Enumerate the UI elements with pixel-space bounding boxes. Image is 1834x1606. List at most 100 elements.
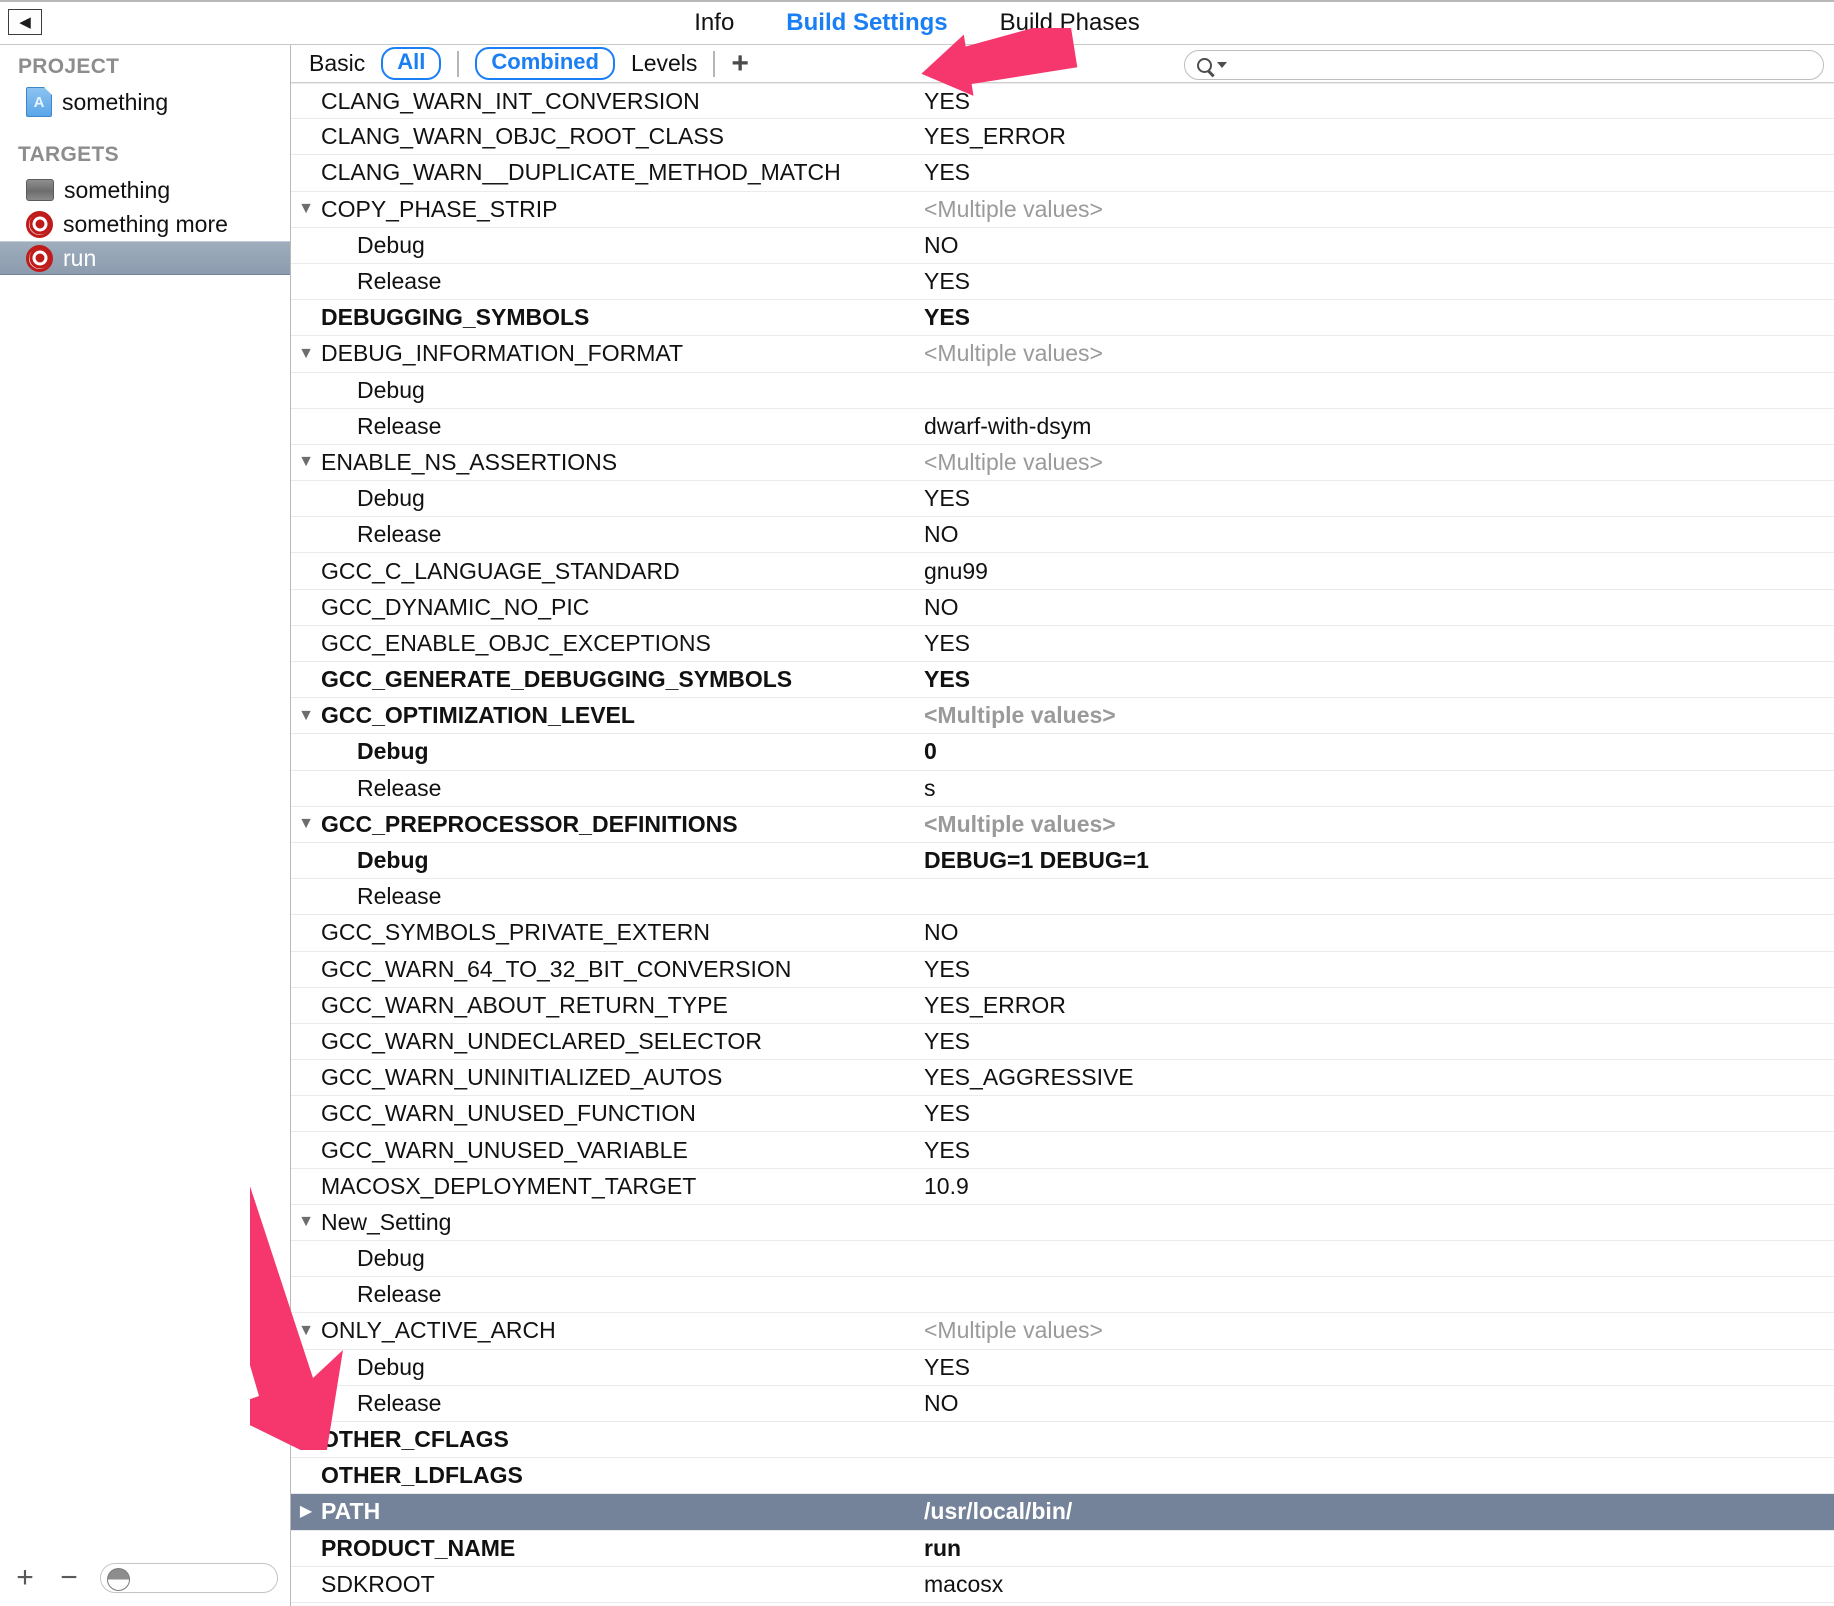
- setting-value[interactable]: YES: [924, 88, 970, 115]
- table-row[interactable]: Debug DEBUG=1 DEBUG=1: [291, 843, 1834, 880]
- setting-value[interactable]: YES_ERROR: [924, 992, 1066, 1019]
- table-row[interactable]: CLANG_WARN_INT_CONVERSION YES: [291, 83, 1834, 120]
- setting-value[interactable]: YES: [924, 956, 970, 983]
- scope-combined-button[interactable]: Combined: [475, 47, 615, 80]
- table-row[interactable]: ▼ GCC_PREPROCESSOR_DEFINITIONS <Multiple v…: [291, 807, 1834, 843]
- setting-value[interactable]: s: [924, 775, 936, 802]
- table-row[interactable]: ▼ ENABLE_NS_ASSERTIONS <Multiple values>: [291, 445, 1834, 482]
- setting-value[interactable]: 10.9: [924, 1173, 969, 1200]
- table-row[interactable]: Release NO: [291, 1386, 1834, 1422]
- setting-value[interactable]: YES: [924, 304, 970, 331]
- table-row[interactable]: GCC_WARN_64_TO_32_BIT_CONVERSION YES: [291, 952, 1834, 988]
- table-row[interactable]: Debug: [291, 1241, 1834, 1278]
- setting-value[interactable]: YES: [924, 159, 970, 186]
- setting-value[interactable]: <Multiple values>: [924, 702, 1116, 729]
- table-row[interactable]: GCC_SYMBOLS_PRIVATE_EXTERN NO: [291, 915, 1834, 952]
- table-row[interactable]: Debug 0: [291, 734, 1834, 771]
- table-row[interactable]: OTHER_CFLAGS: [291, 1422, 1834, 1459]
- add-target-button[interactable]: +: [12, 1563, 38, 1593]
- setting-value[interactable]: YES: [924, 666, 970, 693]
- setting-value[interactable]: run: [924, 1535, 961, 1562]
- table-row[interactable]: Debug YES: [291, 1350, 1834, 1386]
- table-row[interactable]: ▼ DEBUG_INFORMATION_FORMAT <Multiple value…: [291, 336, 1834, 373]
- sidebar-filter-input[interactable]: [100, 1563, 278, 1593]
- scope-all-button[interactable]: All: [381, 47, 442, 80]
- setting-value[interactable]: YES: [924, 485, 970, 512]
- disclosure-triangle-open-icon[interactable]: ▼: [291, 816, 321, 832]
- setting-value[interactable]: NO: [924, 521, 959, 548]
- sidebar-item-project-something[interactable]: something: [0, 85, 290, 119]
- build-settings-table[interactable]: CLANG_WARN_INT_CONVERSION YES CLANG_WARN_O…: [291, 83, 1834, 1606]
- table-row[interactable]: Release NO: [291, 517, 1834, 554]
- setting-value[interactable]: YES: [924, 1137, 970, 1164]
- tab-build-phases[interactable]: Build Phases: [1000, 9, 1140, 37]
- tab-build-settings[interactable]: Build Settings: [786, 9, 947, 37]
- setting-value[interactable]: gnu99: [924, 558, 988, 585]
- table-row[interactable]: Release: [291, 879, 1834, 916]
- table-row[interactable]: Debug YES: [291, 481, 1834, 518]
- setting-value[interactable]: DEBUG=1 DEBUG=1: [924, 847, 1149, 874]
- table-row[interactable]: Debug: [291, 373, 1834, 409]
- setting-value[interactable]: NO: [924, 594, 959, 621]
- setting-value[interactable]: NO: [924, 1390, 959, 1417]
- setting-value[interactable]: macosx: [924, 1571, 1003, 1598]
- table-row[interactable]: ▶ PATH/usr/local/bin/: [291, 1494, 1834, 1531]
- table-row[interactable]: ▼ New_Setting: [291, 1205, 1834, 1241]
- table-row[interactable]: MACOSX_DEPLOYMENT_TARGET 10.9: [291, 1169, 1834, 1205]
- setting-value[interactable]: dwarf-with-dsym: [924, 413, 1091, 440]
- table-row[interactable]: GCC_DYNAMIC_NO_PIC NO: [291, 590, 1834, 626]
- setting-value[interactable]: NO: [924, 919, 959, 946]
- disclosure-triangle-open-icon[interactable]: ▼: [291, 1322, 321, 1339]
- setting-value[interactable]: /usr/local/bin/: [924, 1498, 1072, 1525]
- table-row[interactable]: GCC_ENABLE_OBJC_EXCEPTIONS YES: [291, 626, 1834, 662]
- table-row[interactable]: Release s: [291, 771, 1834, 807]
- sidebar-item-target-something-more[interactable]: something more: [0, 207, 290, 241]
- table-row[interactable]: Release dwarf-with-dsym: [291, 409, 1834, 445]
- table-row[interactable]: OTHER_LDFLAGS: [291, 1458, 1834, 1495]
- table-row[interactable]: Release: [291, 1277, 1834, 1314]
- table-row[interactable]: GCC_WARN_UNUSED_FUNCTION YES: [291, 1096, 1834, 1133]
- setting-value[interactable]: YES_ERROR: [924, 123, 1066, 150]
- setting-value[interactable]: <Multiple values>: [924, 196, 1103, 223]
- setting-value[interactable]: YES: [924, 630, 970, 657]
- table-row[interactable]: CLANG_WARN_OBJC_ROOT_CLASS YES_ERROR: [291, 119, 1834, 156]
- setting-value[interactable]: <Multiple values>: [924, 1317, 1103, 1344]
- disclosure-triangle-open-icon[interactable]: ▼: [291, 1214, 321, 1230]
- table-row[interactable]: ▼ GCC_OPTIMIZATION_LEVEL <Multiple values>: [291, 698, 1834, 735]
- table-row[interactable]: GCC_WARN_ABOUT_RETURN_TYPE YES_ERROR: [291, 988, 1834, 1024]
- remove-target-button[interactable]: −: [56, 1563, 82, 1593]
- setting-value[interactable]: 0: [924, 738, 937, 765]
- table-row[interactable]: CLANG_WARN__DUPLICATE_METHOD_MATCH YES: [291, 155, 1834, 192]
- setting-value[interactable]: YES_AGGRESSIVE: [924, 1064, 1134, 1091]
- setting-value[interactable]: <Multiple values>: [924, 340, 1103, 367]
- setting-value[interactable]: YES: [924, 1100, 970, 1127]
- chevron-down-icon[interactable]: [1217, 62, 1227, 68]
- table-row[interactable]: GCC_WARN_UNUSED_VARIABLE YES: [291, 1132, 1834, 1169]
- table-row[interactable]: DEBUGGING_SYMBOLS YES: [291, 300, 1834, 337]
- sidebar-item-target-run[interactable]: run: [0, 241, 290, 275]
- setting-value[interactable]: NO: [924, 232, 959, 259]
- setting-value[interactable]: YES: [924, 1354, 970, 1381]
- table-row[interactable]: Debug NO: [291, 228, 1834, 264]
- scope-levels-button[interactable]: Levels: [631, 50, 697, 77]
- disclosure-triangle-open-icon[interactable]: ▼: [291, 454, 321, 470]
- table-row[interactable]: ▼ ONLY_ACTIVE_ARCH <Multiple values>: [291, 1313, 1834, 1350]
- sidebar-item-target-something[interactable]: something: [0, 173, 290, 207]
- disclosure-triangle-open-icon[interactable]: ▼: [291, 707, 321, 724]
- disclosure-triangle-closed-icon[interactable]: ▶: [291, 1503, 321, 1520]
- table-row[interactable]: PRODUCT_NAME run: [291, 1531, 1834, 1567]
- setting-value[interactable]: YES: [924, 1028, 970, 1055]
- build-settings-search-field[interactable]: [1184, 50, 1824, 80]
- disclosure-triangle-open-icon[interactable]: ▼: [291, 201, 321, 217]
- table-row[interactable]: GCC_WARN_UNDECLARED_SELECTOR YES: [291, 1024, 1834, 1061]
- table-row[interactable]: GCC_WARN_UNINITIALIZED_AUTOS YES_AGGRESSI…: [291, 1060, 1834, 1097]
- table-row[interactable]: GCC_C_LANGUAGE_STANDARD gnu99: [291, 553, 1834, 590]
- scope-basic-button[interactable]: Basic: [309, 50, 365, 77]
- disclosure-triangle-open-icon[interactable]: ▼: [291, 345, 321, 362]
- add-build-setting-button[interactable]: +: [731, 48, 749, 79]
- setting-value[interactable]: <Multiple values>: [924, 811, 1116, 838]
- setting-value[interactable]: YES: [924, 268, 970, 295]
- table-row[interactable]: Release YES: [291, 264, 1834, 301]
- setting-value[interactable]: <Multiple values>: [924, 449, 1103, 476]
- table-row[interactable]: ▼ COPY_PHASE_STRIP <Multiple values>: [291, 192, 1834, 228]
